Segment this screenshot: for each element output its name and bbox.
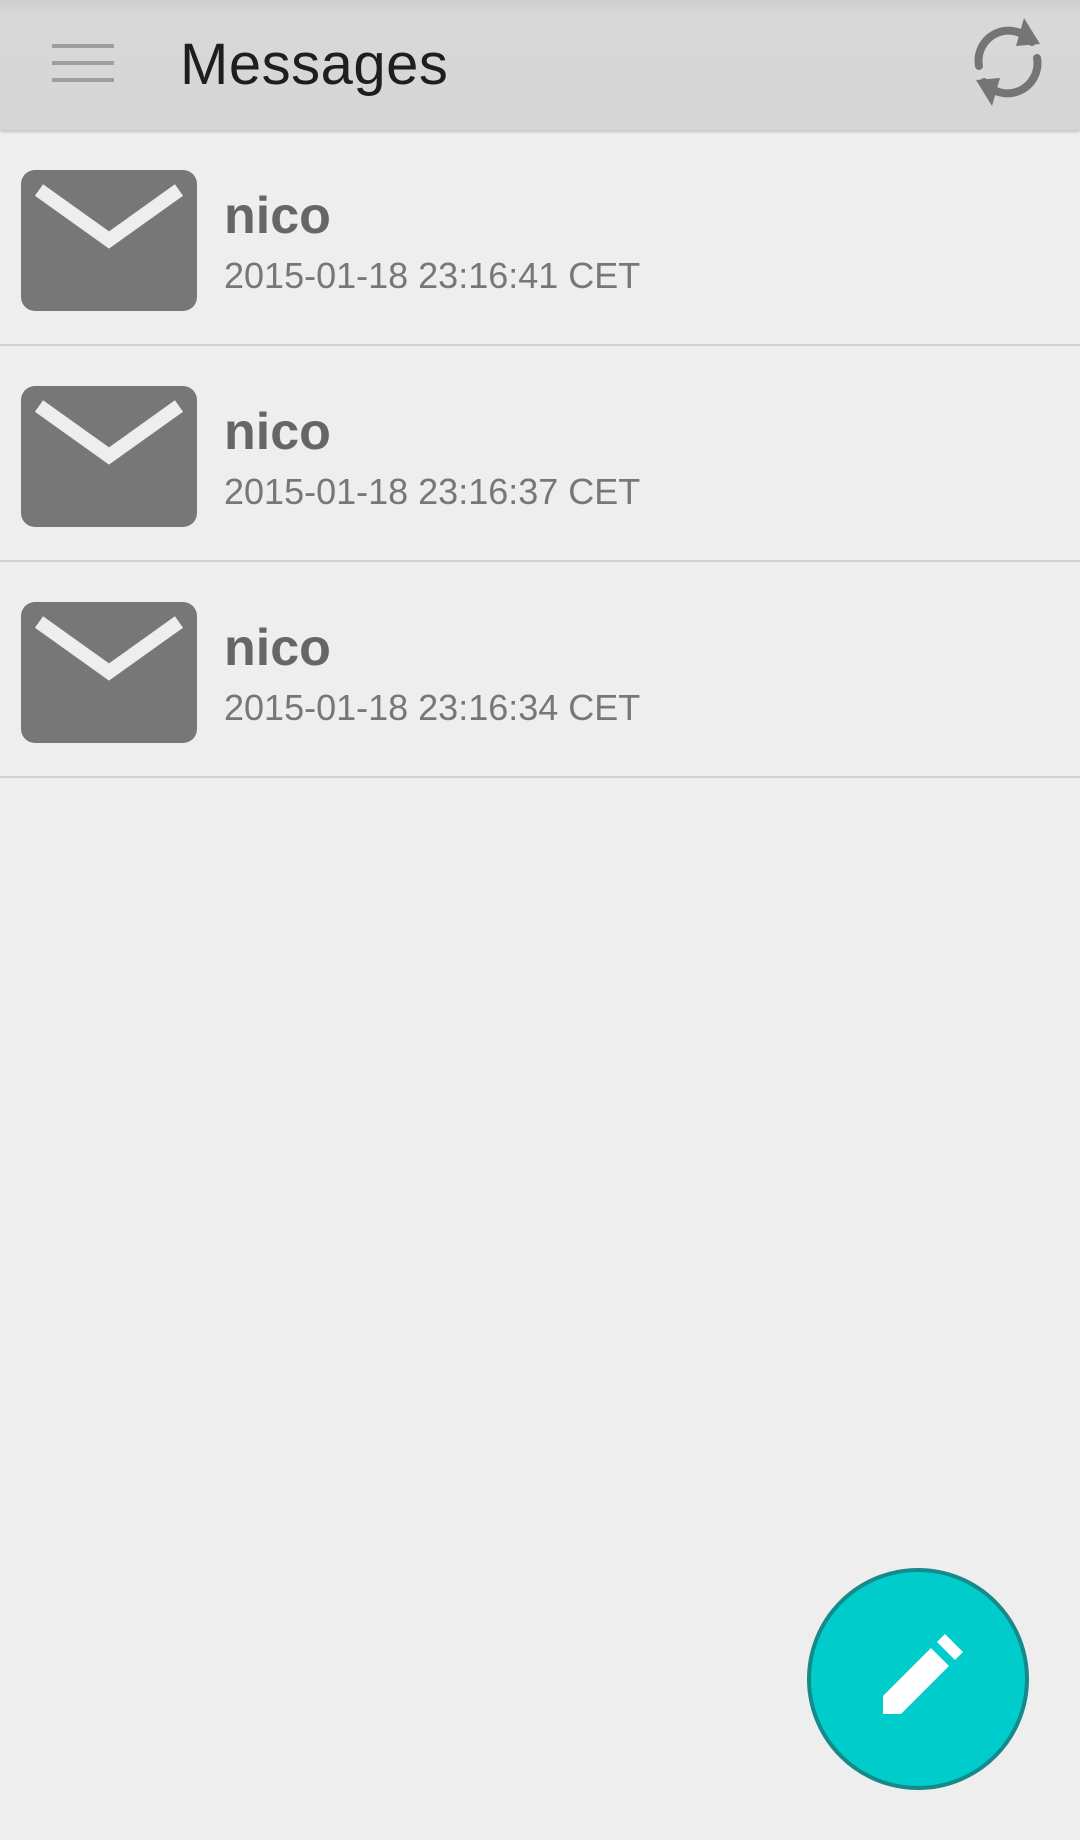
message-list: nico 2015-01-18 23:16:41 CET nico 2015-0… xyxy=(0,130,1080,778)
page-title: Messages xyxy=(180,32,449,97)
message-sender: nico xyxy=(224,619,331,677)
app-bar: Messages xyxy=(0,0,1080,130)
message-list-item[interactable]: nico 2015-01-18 23:16:34 CET xyxy=(0,562,1080,778)
hamburger-menu-icon[interactable] xyxy=(52,44,114,84)
envelope-icon xyxy=(21,170,197,311)
message-sender: nico xyxy=(224,187,331,245)
message-list-item[interactable]: nico 2015-01-18 23:16:41 CET xyxy=(0,130,1080,346)
message-timestamp: 2015-01-18 23:16:34 CET xyxy=(224,687,641,728)
envelope-icon xyxy=(21,386,197,527)
message-timestamp: 2015-01-18 23:16:41 CET xyxy=(224,255,641,296)
pencil-icon xyxy=(883,1634,963,1714)
message-timestamp: 2015-01-18 23:16:37 CET xyxy=(224,471,641,512)
envelope-icon xyxy=(21,602,197,743)
compose-fab-button[interactable] xyxy=(807,1568,1029,1790)
refresh-icon[interactable] xyxy=(968,16,1048,108)
message-sender: nico xyxy=(224,403,331,461)
message-list-item[interactable]: nico 2015-01-18 23:16:37 CET xyxy=(0,346,1080,562)
